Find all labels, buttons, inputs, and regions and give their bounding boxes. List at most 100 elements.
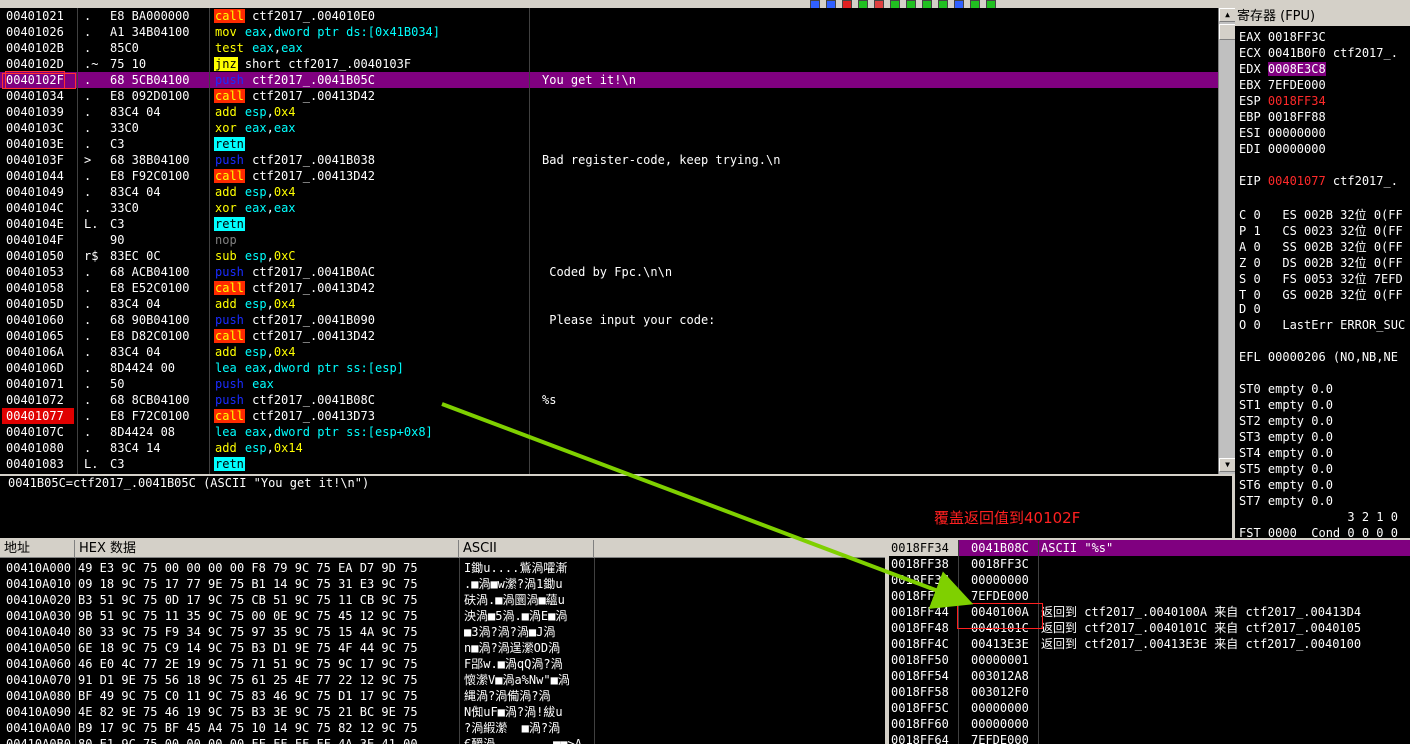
register-line[interactable]: ST5 empty 0.0 bbox=[1239, 462, 1333, 476]
disasm-instruction: lea eax,dword ptr ss:[esp+0x8] bbox=[214, 424, 433, 440]
disasm-row[interactable]: 00401053. 68 ACB04100 push ctf2017_.0041B0… bbox=[0, 264, 1218, 280]
register-line[interactable]: ESP 0018FF34 bbox=[1239, 94, 1326, 108]
register-line[interactable]: EDX 0008E3C8 bbox=[1239, 62, 1326, 76]
disasm-row[interactable]: 00401083 L. C3 retn bbox=[0, 456, 1218, 472]
disasm-jump-marker: . bbox=[84, 361, 92, 375]
register-line[interactable]: T 0 GS 002B 32位 0(FF bbox=[1239, 286, 1403, 303]
disasm-row[interactable]: 00401034. E8 092D0100 call ctf2017_.00413D… bbox=[0, 88, 1218, 104]
disasm-row[interactable]: 00401021. E8 BA000000 call ctf2017_.004010… bbox=[0, 8, 1218, 24]
dump-header-address[interactable]: 地址 bbox=[0, 540, 75, 558]
register-line[interactable]: EBP 0018FF88 bbox=[1239, 110, 1326, 124]
register-line[interactable]: FST 0000 Cond 0 0 0 0 bbox=[1239, 526, 1398, 538]
disasm-row[interactable]: 0040106D. 8D4424 00 lea eax,dword ptr ss:[… bbox=[0, 360, 1218, 376]
register-line[interactable]: ST3 empty 0.0 bbox=[1239, 430, 1333, 444]
stack-row[interactable]: 0018FF38 0018FF3C bbox=[889, 556, 1410, 572]
disasm-row[interactable]: 0040103E. C3 retn bbox=[0, 136, 1218, 152]
stack-row[interactable]: 0018FF64 7EFDE000 bbox=[889, 732, 1410, 744]
stack-row[interactable]: 0018FF5C 00000000 bbox=[889, 700, 1410, 716]
disasm-mnemonic: retn bbox=[214, 217, 245, 231]
register-line[interactable]: Z 0 DS 002B 32位 0(FF bbox=[1239, 254, 1403, 271]
dump-ascii: n■渦?渦逞瀠OD渦 bbox=[464, 641, 561, 655]
stack-row[interactable]: 0018FF34 0041B08C ASCII "%s" bbox=[889, 540, 1410, 556]
register-line[interactable]: EIP 00401077 ctf2017_. bbox=[1239, 174, 1398, 188]
disasm-row[interactable]: 00401049. 83C4 04 add esp,0x4 bbox=[0, 184, 1218, 200]
register-line[interactable]: ESI 00000000 bbox=[1239, 126, 1326, 140]
scroll-down-icon[interactable]: ▼ bbox=[1219, 458, 1236, 472]
scroll-up-icon[interactable]: ▲ bbox=[1219, 8, 1236, 22]
disasm-row[interactable]: 00401050 r$ 83EC 0C sub esp,0xC bbox=[0, 248, 1218, 264]
disasm-row[interactable]: 0040102D .~ 75 10 jnz short ctf2017_.004010… bbox=[0, 56, 1218, 72]
register-line[interactable]: ST6 empty 0.0 bbox=[1239, 478, 1333, 492]
stack-row[interactable]: 0018FF60 00000000 bbox=[889, 716, 1410, 732]
stack-row[interactable]: 0018FF4C 00413E3E 返回到 ctf2017_.00413E3E 来自… bbox=[889, 636, 1410, 652]
stack-value: 00000000 bbox=[971, 573, 1029, 587]
disasm-row[interactable]: 00401026. A1 34B04100 mov eax,dword ptr ds… bbox=[0, 24, 1218, 40]
disasm-row[interactable]: 0040103C. 33C0 xor eax,eax bbox=[0, 120, 1218, 136]
disassembly-pane[interactable]: 00401021. E8 BA000000 call ctf2017_.004010… bbox=[0, 8, 1218, 474]
register-line[interactable]: ST2 empty 0.0 bbox=[1239, 414, 1333, 428]
disasm-scrollbar[interactable]: ▲ ▼ bbox=[1218, 8, 1236, 474]
register-line[interactable]: ECX 0041B0F0 ctf2017_. bbox=[1239, 46, 1398, 60]
disasm-row[interactable]: 00401065. E8 D82C0100 call ctf2017_.00413D… bbox=[0, 328, 1218, 344]
disasm-operand: ctf2017_.00413D42 bbox=[252, 329, 375, 343]
stack-pane[interactable]: 0018FF34 0041B08C ASCII "%s" 0018FF38 0018FF… bbox=[889, 540, 1410, 744]
register-line[interactable]: EBX 7EFDE000 bbox=[1239, 78, 1326, 92]
disasm-row[interactable]: 0040106A. 83C4 04 add esp,0x4 bbox=[0, 344, 1218, 360]
disasm-row[interactable]: 0040104F 90 nop bbox=[0, 232, 1218, 248]
disasm-row[interactable]: 00401072. 68 8CB04100 push ctf2017_.0041B0… bbox=[0, 392, 1218, 408]
disasm-mnemonic: lea bbox=[215, 361, 237, 375]
disasm-row[interactable]: 00401060. 68 90B04100 push ctf2017_.0041B0… bbox=[0, 312, 1218, 328]
dump-header-hex[interactable]: HEX 数据 bbox=[75, 540, 459, 558]
register-line[interactable]: EDI 00000000 bbox=[1239, 142, 1326, 156]
stack-row[interactable]: 0018FF54 003012A8 bbox=[889, 668, 1410, 684]
dump-header-ascii[interactable]: ASCII bbox=[459, 540, 594, 558]
register-line[interactable]: ST0 empty 0.0 bbox=[1239, 382, 1333, 396]
disasm-row[interactable]: 00401058. E8 E52C0100 call ctf2017_.00413D… bbox=[0, 280, 1218, 296]
scroll-thumb[interactable] bbox=[1219, 24, 1236, 40]
disasm-row[interactable]: 0040104C. 33C0 xor eax,eax bbox=[0, 200, 1218, 216]
register-line[interactable]: A 0 SS 002B 32位 0(FF bbox=[1239, 238, 1403, 255]
disasm-row[interactable]: 00401039. 83C4 04 add esp,0x4 bbox=[0, 104, 1218, 120]
disasm-jump-marker: .~ bbox=[84, 57, 99, 71]
stack-row[interactable]: 0018FF3C 00000000 bbox=[889, 572, 1410, 588]
register-text: ECX 0041B0F0 ctf2017_. bbox=[1239, 46, 1398, 60]
disasm-row[interactable]: 00401077. E8 F72C0100 call ctf2017_.00413D… bbox=[0, 408, 1218, 424]
disasm-row[interactable]: 00401080. 83C4 14 add esp,0x14 bbox=[0, 440, 1218, 456]
register-line[interactable]: ST4 empty 0.0 bbox=[1239, 446, 1333, 460]
dump-address: 00410A080 bbox=[6, 689, 72, 703]
register-line[interactable]: C 0 ES 002B 32位 0(FF bbox=[1239, 206, 1403, 223]
disasm-mnemonic: nop bbox=[215, 233, 237, 247]
stack-comment: 返回到 ctf2017_.0040100A 来自 ctf2017_.00413D… bbox=[1041, 605, 1362, 619]
stack-row[interactable]: 0018FF48 0040101C 返回到 ctf2017_.0040101C 来自… bbox=[889, 620, 1410, 636]
disasm-row[interactable]: 0040103F >68 38B04100 push ctf2017_.0041B0… bbox=[0, 152, 1218, 168]
register-line[interactable]: EAX 0018FF3C bbox=[1239, 30, 1326, 44]
register-line[interactable]: ST1 empty 0.0 bbox=[1239, 398, 1333, 412]
stack-row[interactable]: 0018FF40 7EFDE000 bbox=[889, 588, 1410, 604]
registers-pane[interactable]: 寄存器 (FPU) EAX 0018FF3C ECX 0041B0F0 ctf20… bbox=[1235, 8, 1410, 538]
disasm-row[interactable]: 0040107C. 8D4424 08 lea eax,dword ptr ss:[… bbox=[0, 424, 1218, 440]
stack-row[interactable]: 0018FF58 003012F0 bbox=[889, 684, 1410, 700]
disasm-hex-bytes: 68 5CB04100 bbox=[110, 73, 190, 87]
disasm-jump-marker: . bbox=[84, 121, 92, 135]
disasm-mnemonic: add bbox=[215, 297, 237, 311]
register-line[interactable]: O 0 LastErr ERROR_SUC bbox=[1239, 318, 1405, 332]
disasm-row[interactable]: 0040102F. 68 5CB04100 push ctf2017_.0041B0… bbox=[0, 71, 1218, 89]
disasm-operand: , bbox=[266, 249, 274, 263]
disasm-jump-marker: L. bbox=[84, 457, 99, 471]
disasm-row[interactable]: 0040104E L. C3 retn bbox=[0, 216, 1218, 232]
disasm-row[interactable]: 0040105D. 83C4 04 add esp,0x4 bbox=[0, 296, 1218, 312]
register-line[interactable]: EFL 00000206 (NO,NB,NE bbox=[1239, 350, 1398, 364]
register-line[interactable]: S 0 FS 0053 32位 7EFD bbox=[1239, 270, 1403, 287]
stack-row[interactable]: 0018FF50 00000001 bbox=[889, 652, 1410, 668]
register-line[interactable]: 3 2 1 0 bbox=[1239, 510, 1398, 524]
register-line[interactable]: P 1 CS 0023 32位 0(FF bbox=[1239, 222, 1403, 239]
register-line[interactable]: ST7 empty 0.0 bbox=[1239, 494, 1333, 508]
disasm-row[interactable]: 00401071. 50 push eax bbox=[0, 376, 1218, 392]
register-line[interactable]: D 0 bbox=[1239, 302, 1261, 316]
dump-ascii: I鋤u....鴜渦嚯漸 bbox=[464, 561, 568, 575]
stack-row[interactable]: 0018FF44 0040100A 返回到 ctf2017_.0040100A 来自… bbox=[889, 604, 1410, 620]
disasm-row[interactable]: 0040102B. 85C0 test eax,eax bbox=[0, 40, 1218, 56]
disasm-operand: ctf2017_.0041B090 bbox=[252, 313, 375, 327]
disasm-row[interactable]: 00401044. E8 F92C0100 call ctf2017_.00413D… bbox=[0, 168, 1218, 184]
hex-dump-pane[interactable]: 地址 HEX 数据 ASCII 00410A000 49 E3 9C 75 00 … bbox=[0, 540, 885, 744]
